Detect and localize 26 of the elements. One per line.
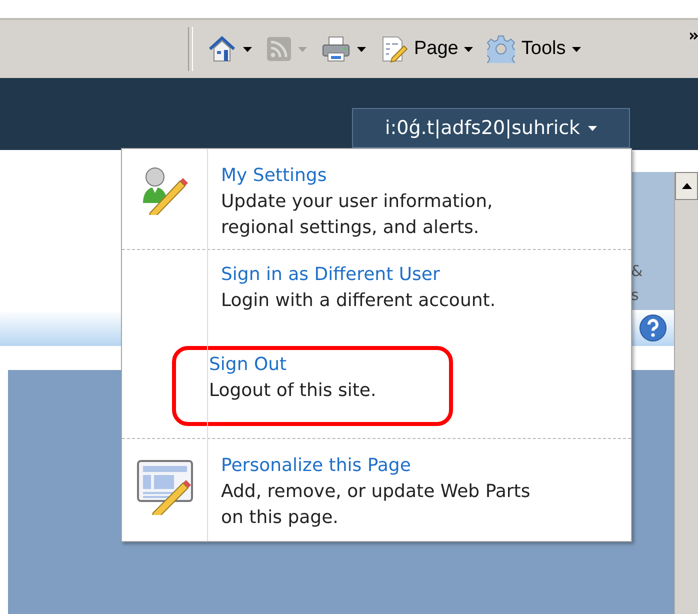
menu-item-link[interactable]: My Settings	[221, 163, 546, 189]
menu-item-link[interactable]: Personalize this Page	[221, 453, 546, 479]
house-icon[interactable]	[207, 35, 237, 63]
web-page-pencil-icon	[135, 459, 195, 515]
menu-item-description: Update your user information, regional settings, and alerts.	[221, 190, 494, 240]
partial-text: s	[630, 286, 640, 306]
dropdown-arrow-icon[interactable]	[357, 46, 366, 52]
dropdown-arrow-icon[interactable]	[243, 46, 252, 52]
menu-label[interactable]: Page	[414, 38, 458, 60]
menu-item-link[interactable]: Sign Out	[209, 352, 429, 378]
partial-text: &	[630, 262, 644, 282]
chevron-icon[interactable]	[690, 32, 698, 40]
up-arrow-icon[interactable]	[680, 182, 692, 190]
menu-item-description: Logout of this site.	[209, 379, 378, 403]
menu-item-description: Add, remove, or update Web Parts on this page.	[221, 480, 532, 530]
printer-icon[interactable]	[321, 35, 351, 63]
dropdown-arrow-icon[interactable]	[588, 126, 598, 130]
dropdown-arrow-icon[interactable]	[572, 46, 581, 52]
menu-item-description: Login with a different account.	[221, 289, 497, 313]
user-menu-button[interactable]: i:0ǵ.t|adfs20|suhrick	[352, 108, 630, 148]
page-pencil-icon[interactable]	[380, 35, 408, 63]
scrollbar[interactable]	[674, 172, 698, 614]
dropdown-arrow-icon[interactable]	[464, 46, 474, 52]
help-icon[interactable]	[638, 313, 668, 343]
menu-item-link[interactable]: Sign in as Different User	[221, 262, 546, 288]
menu-label[interactable]: Tools	[521, 38, 566, 60]
